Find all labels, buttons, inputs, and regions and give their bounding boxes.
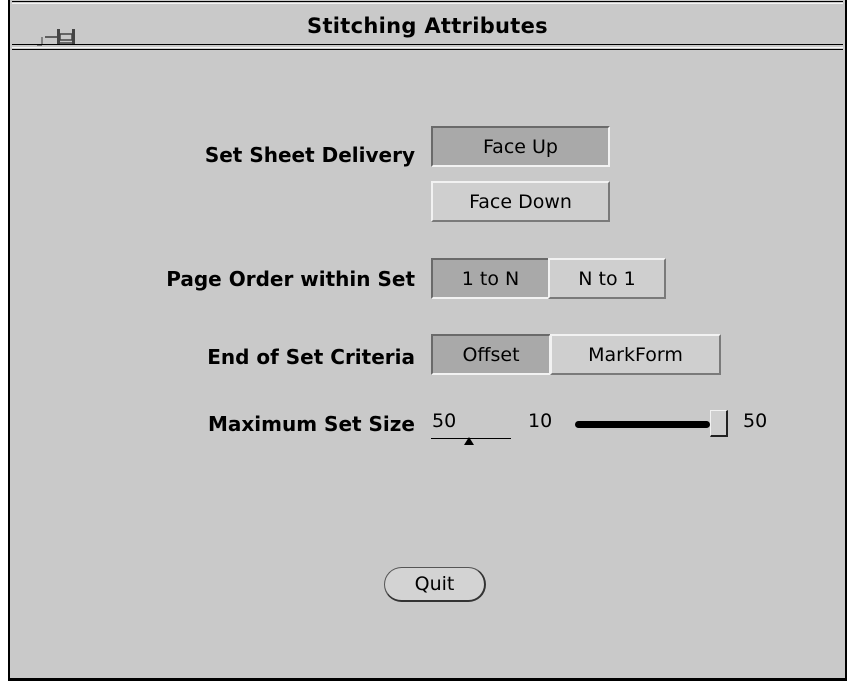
slider-min-label: 10 [528,410,553,432]
end-of-set-label: End of Set Criteria [207,345,415,369]
markform-option[interactable]: MarkForm [550,334,721,375]
quit-button[interactable]: Quit [384,567,486,602]
stitching-attributes-window: Stitching Attributes Set Sheet Delivery … [8,0,847,681]
face-down-option[interactable]: Face Down [431,181,610,222]
max-set-size-slider-thumb[interactable] [710,410,728,437]
title-border-bottom-light [12,47,843,48]
page-order-label: Page Order within Set [166,267,415,291]
max-set-size-value[interactable]: 50 [432,410,456,432]
max-set-size-slider-track[interactable] [575,421,710,428]
one-to-n-option[interactable]: 1 to N [431,258,550,299]
slider-max-label: 50 [743,410,768,432]
title-bar[interactable]: Stitching Attributes [10,0,845,52]
offset-option[interactable]: Offset [431,334,551,375]
title-border-bottom-dark [12,49,843,50]
title-border-bottom [12,44,843,45]
face-up-option[interactable]: Face Up [431,126,610,167]
caret-icon [464,430,474,445]
sheet-delivery-label: Set Sheet Delivery [204,143,415,167]
title-border-top-light [12,3,843,4]
window-title: Stitching Attributes [307,14,548,38]
title-border-top [12,1,843,2]
n-to-one-option[interactable]: N to 1 [548,258,666,299]
max-set-size-label: Maximum Set Size [208,412,415,436]
